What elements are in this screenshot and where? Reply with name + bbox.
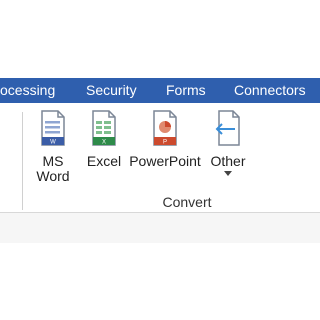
excel-button[interactable]: X Excel <box>82 110 126 169</box>
powerpoint-label: PowerPoint <box>129 153 201 169</box>
excel-label: Excel <box>86 153 122 169</box>
ms-word-label-line2: Word <box>36 168 70 184</box>
app-window: ocessing Security Forms Connectors W MS … <box>0 0 320 320</box>
tab-connectors[interactable]: Connectors <box>232 78 308 103</box>
excel-document-icon: X <box>92 110 116 146</box>
tab-security[interactable]: Security <box>84 78 139 103</box>
tab-forms[interactable]: Forms <box>164 78 208 103</box>
other-dropdown-button[interactable]: Other <box>200 110 256 176</box>
svg-text:W: W <box>50 140 56 146</box>
ribbon-tab-bar: ocessing Security Forms Connectors <box>0 78 320 103</box>
group-separator <box>22 112 23 210</box>
word-document-icon: W <box>41 110 65 146</box>
other-document-arrow-icon <box>215 110 240 146</box>
powerpoint-document-icon: P <box>153 110 177 146</box>
chevron-down-icon <box>224 171 232 176</box>
ms-word-label-line1: MS <box>42 153 64 169</box>
other-label: Other <box>210 153 246 169</box>
svg-text:X: X <box>102 140 106 146</box>
ms-word-button[interactable]: W MS Word <box>28 110 78 184</box>
powerpoint-button[interactable]: P PowerPoint <box>128 110 202 169</box>
below-ribbon-area <box>0 213 320 243</box>
convert-group-label: Convert <box>162 194 212 210</box>
svg-text:P: P <box>163 140 167 146</box>
tab-processing[interactable]: ocessing <box>0 78 57 103</box>
